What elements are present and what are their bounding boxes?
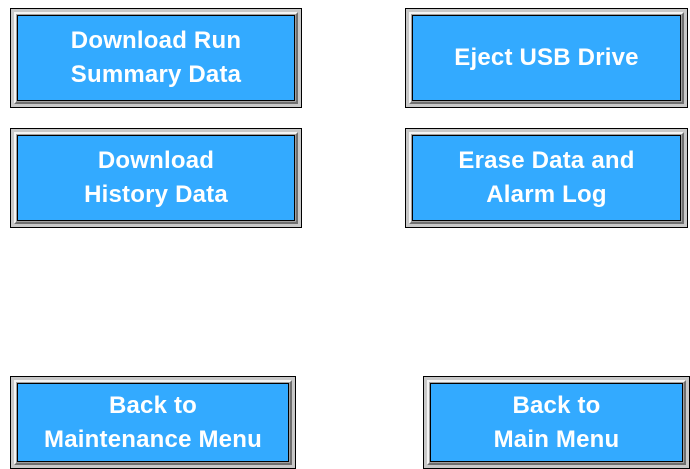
back-to-maintenance-menu-button[interactable]: Back to Maintenance Menu — [10, 376, 296, 469]
back-to-maintenance-menu-label: Back to Maintenance Menu — [44, 391, 262, 453]
button-bevel: Download History Data — [14, 132, 298, 224]
button-face: Eject USB Drive — [412, 15, 681, 101]
button-face: Back to Maintenance Menu — [17, 383, 289, 462]
button-face: Back to Main Menu — [430, 383, 683, 462]
download-run-summary-button[interactable]: Download Run Summary Data — [10, 8, 302, 108]
button-bevel: Back to Main Menu — [427, 380, 686, 465]
erase-data-alarm-log-label: Erase Data and Alarm Log — [458, 147, 635, 208]
erase-data-alarm-log-button[interactable]: Erase Data and Alarm Log — [405, 128, 688, 228]
button-bevel: Eject USB Drive — [409, 12, 684, 104]
button-face: Erase Data and Alarm Log — [412, 135, 681, 221]
button-face: Download History Data — [17, 135, 295, 221]
eject-usb-drive-label: Eject USB Drive — [454, 44, 639, 72]
back-to-main-menu-button[interactable]: Back to Main Menu — [423, 376, 690, 469]
button-bevel: Erase Data and Alarm Log — [409, 132, 684, 224]
download-history-data-label: Download History Data — [84, 147, 228, 208]
download-history-data-button[interactable]: Download History Data — [10, 128, 302, 228]
download-run-summary-label: Download Run Summary Data — [70, 27, 242, 88]
button-bevel: Download Run Summary Data — [14, 12, 298, 104]
eject-usb-drive-button[interactable]: Eject USB Drive — [405, 8, 688, 108]
button-face: Download Run Summary Data — [17, 15, 295, 101]
button-bevel: Back to Maintenance Menu — [14, 380, 292, 465]
back-to-main-menu-label: Back to Main Menu — [493, 391, 620, 453]
